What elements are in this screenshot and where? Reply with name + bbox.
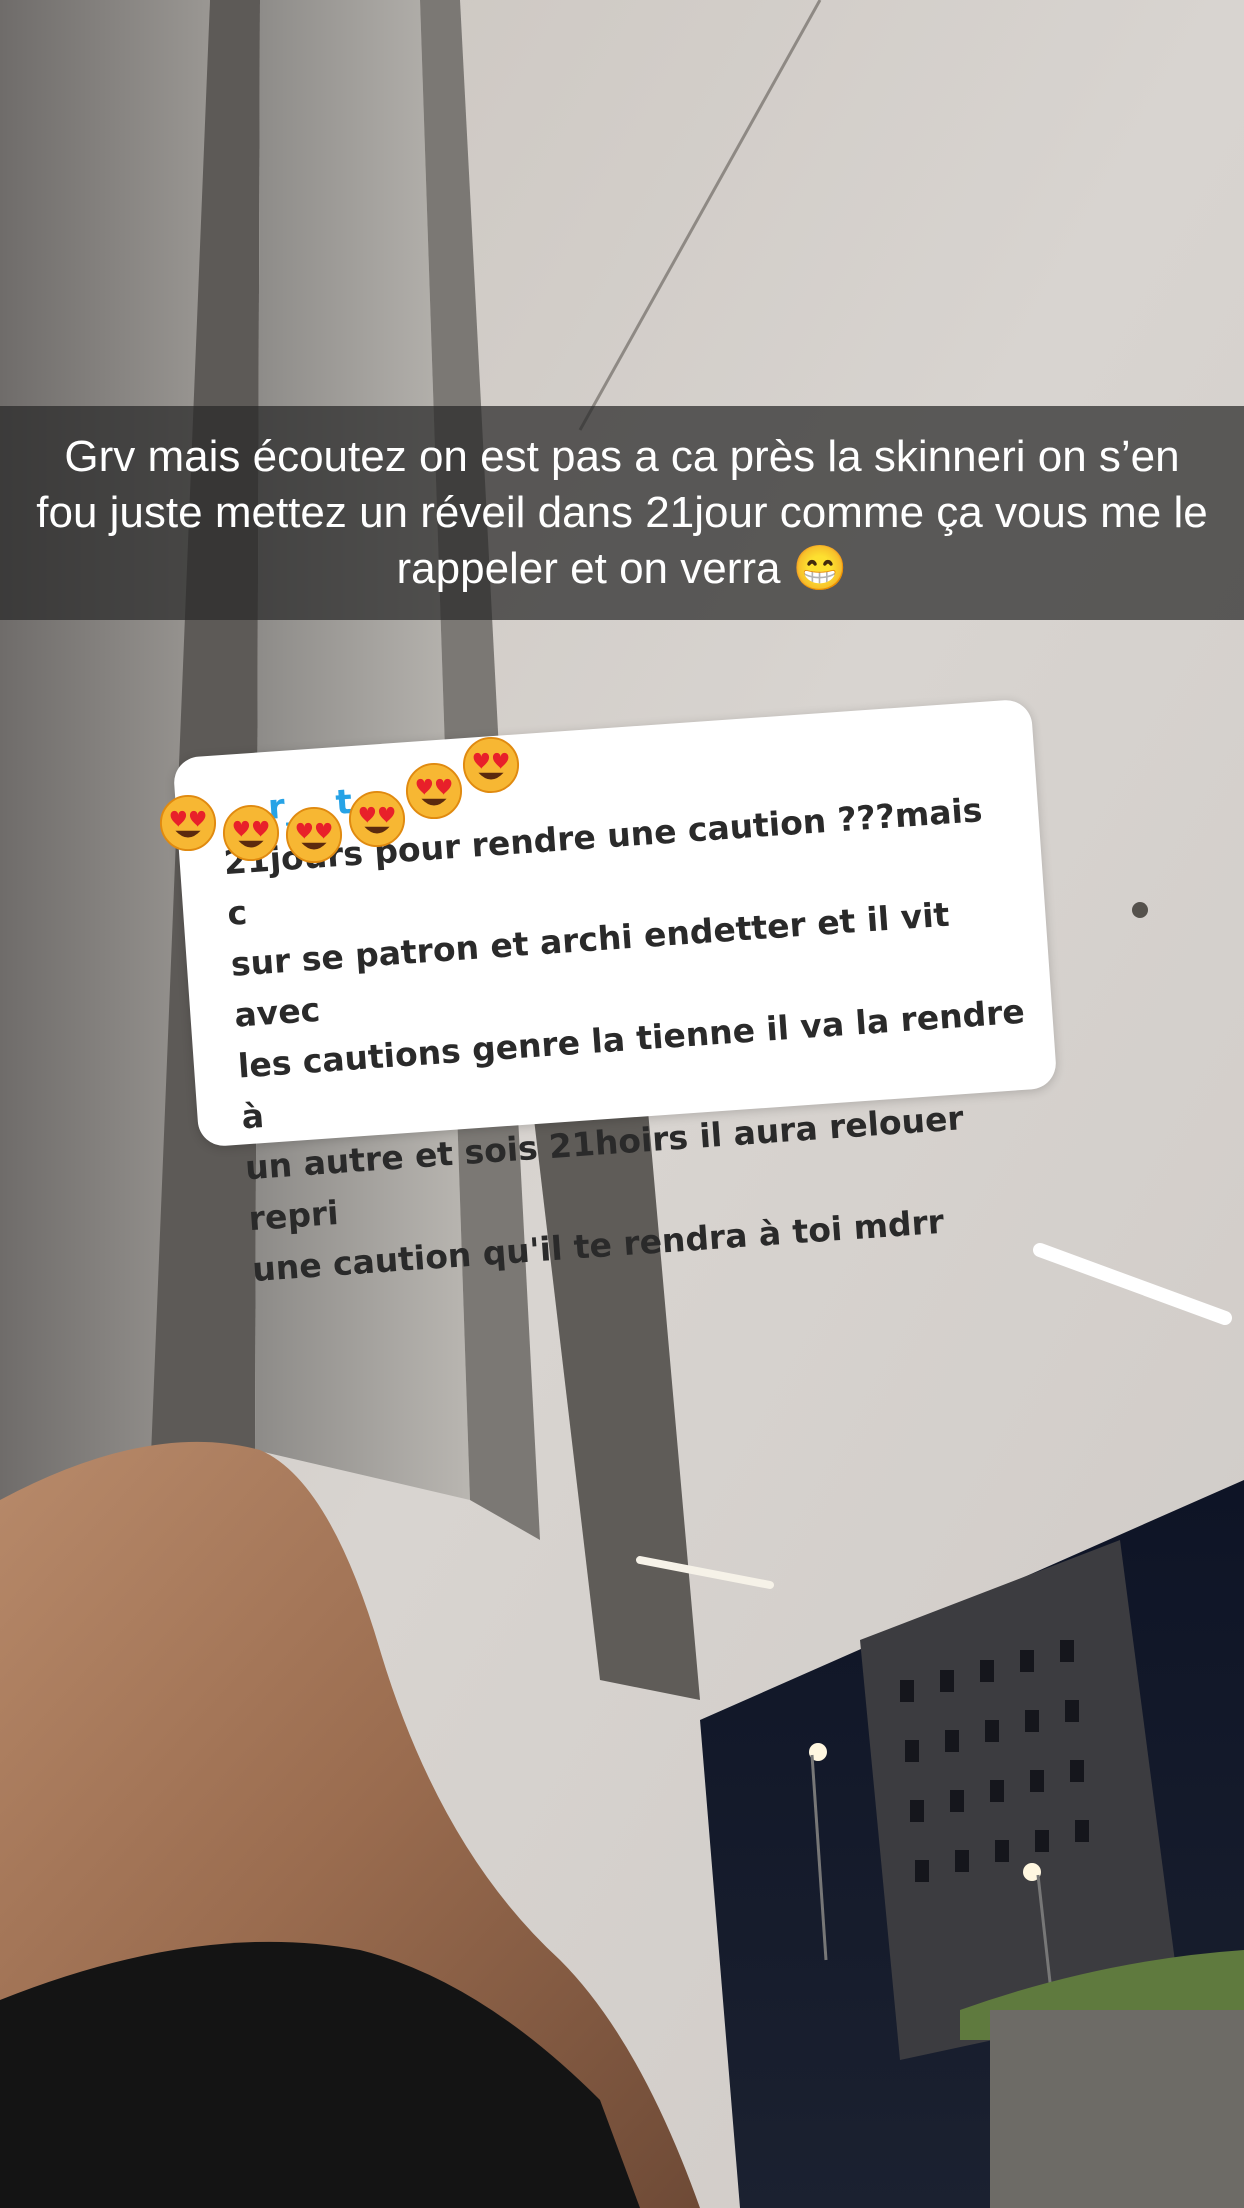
caption-text: Grv mais écoutez on est pas a ca près la… — [36, 432, 1208, 593]
heart-eyes-emoji — [348, 790, 406, 848]
heart-eyes-emoji — [222, 804, 280, 862]
snap-screen: Grv mais écoutez on est pas a ca près la… — [0, 0, 1244, 2208]
caption-bar: Grv mais écoutez on est pas a ca près la… — [0, 406, 1244, 620]
reply-sticker[interactable]: r___t 21jours pour rendre une caution ??… — [172, 698, 1058, 1289]
heart-eyes-emoji — [462, 736, 520, 794]
reply-text: 21jours pour rendre une caution ???mais … — [222, 790, 1026, 1290]
heart-eyes-emoji — [285, 806, 343, 864]
heart-eyes-emoji — [159, 794, 217, 852]
heart-eyes-emoji — [405, 762, 463, 820]
